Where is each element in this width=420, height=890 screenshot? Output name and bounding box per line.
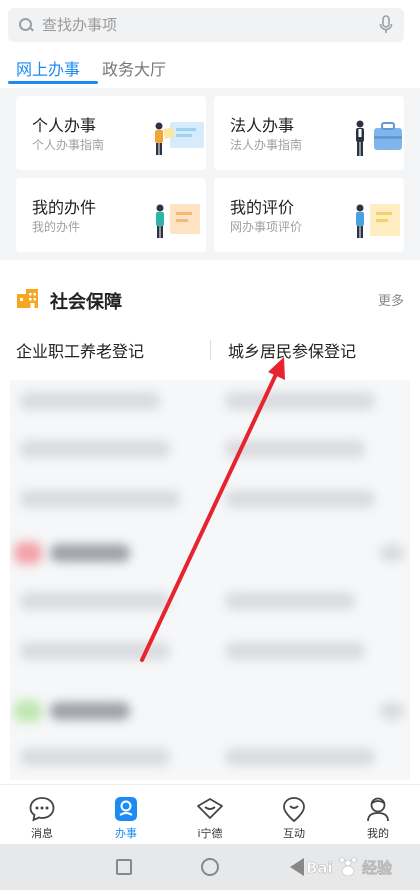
card-subtitle: 网办事项评价 (230, 220, 303, 234)
nav-affairs[interactable]: 办事 (84, 785, 168, 844)
card-title: 法人办事 (230, 116, 295, 135)
tab-government-hall[interactable]: 政务大厅 (94, 52, 174, 88)
nav-profile[interactable]: 我的 (336, 785, 420, 844)
card-subtitle: 我的办件 (32, 220, 81, 234)
item-enterprise-pension-registration[interactable]: 企业职工养老登记 (16, 338, 144, 362)
person-document-icon (155, 122, 204, 155)
ningde-icon (197, 798, 223, 819)
search-bar[interactable] (8, 8, 404, 42)
nav-label: 消息 (31, 827, 53, 840)
card-subtitle: 法人办事指南 (230, 138, 303, 152)
item-resident-insurance-registration[interactable]: 城乡居民参保登记 (228, 338, 356, 362)
nav-messages[interactable]: 消息 (0, 785, 84, 844)
svg-text:Bai: Bai (306, 859, 333, 877)
section-title: 社会保障 (50, 292, 122, 313)
card-title: 我的评价 (230, 198, 295, 217)
card-my-cases[interactable]: 我的办件 我的办件 (16, 178, 206, 252)
nav-interaction[interactable]: 互动 (252, 785, 336, 844)
service-items-row: 企业职工养老登记 城乡居民参保登记 (0, 330, 420, 370)
svg-text:经验: 经验 (362, 859, 393, 877)
interaction-icon (283, 797, 305, 823)
message-icon (29, 797, 55, 822)
person-review-icon (356, 204, 400, 238)
card-title: 我的办件 (32, 198, 97, 217)
card-subtitle: 个人办事指南 (32, 138, 105, 152)
card-legal-affairs[interactable]: 法人办事 法人办事指南 (214, 96, 404, 170)
home-icon[interactable] (201, 858, 219, 876)
nav-label: 我的 (367, 827, 389, 840)
card-title: 个人办事 (32, 116, 97, 135)
profile-icon (367, 797, 389, 822)
recent-apps-icon[interactable] (116, 859, 132, 875)
person-file-icon (156, 204, 200, 238)
card-personal-affairs[interactable]: 个人办事 个人办事指南 (16, 96, 206, 170)
search-icon (18, 17, 34, 33)
nav-label: 互动 (283, 827, 305, 840)
baidu-watermark-logo: Bai 经验 (306, 857, 393, 877)
more-link[interactable]: 更多 (378, 290, 404, 309)
bottom-navigation: 消息 办事 i宁德 互动 我的 (0, 784, 420, 844)
affairs-icon (115, 797, 137, 821)
nav-label: i宁德 (197, 827, 223, 840)
search-input[interactable] (42, 16, 378, 34)
building-icon (17, 289, 38, 308)
tab-online-affairs[interactable]: 网上办事 (8, 52, 99, 88)
briefcase-icon (356, 120, 402, 156)
nav-label: 办事 (115, 827, 137, 840)
nav-ningde[interactable]: i宁德 (168, 785, 252, 844)
blurred-content (10, 380, 410, 780)
card-my-evaluation[interactable]: 我的评价 网办事项评价 (214, 178, 404, 252)
top-tabs: 网上办事 政务大厅 (0, 52, 420, 88)
microphone-icon[interactable] (378, 15, 394, 35)
back-icon[interactable] (290, 858, 304, 876)
section-social-security: 社会保障 更多 (0, 282, 420, 318)
divider (210, 340, 211, 360)
